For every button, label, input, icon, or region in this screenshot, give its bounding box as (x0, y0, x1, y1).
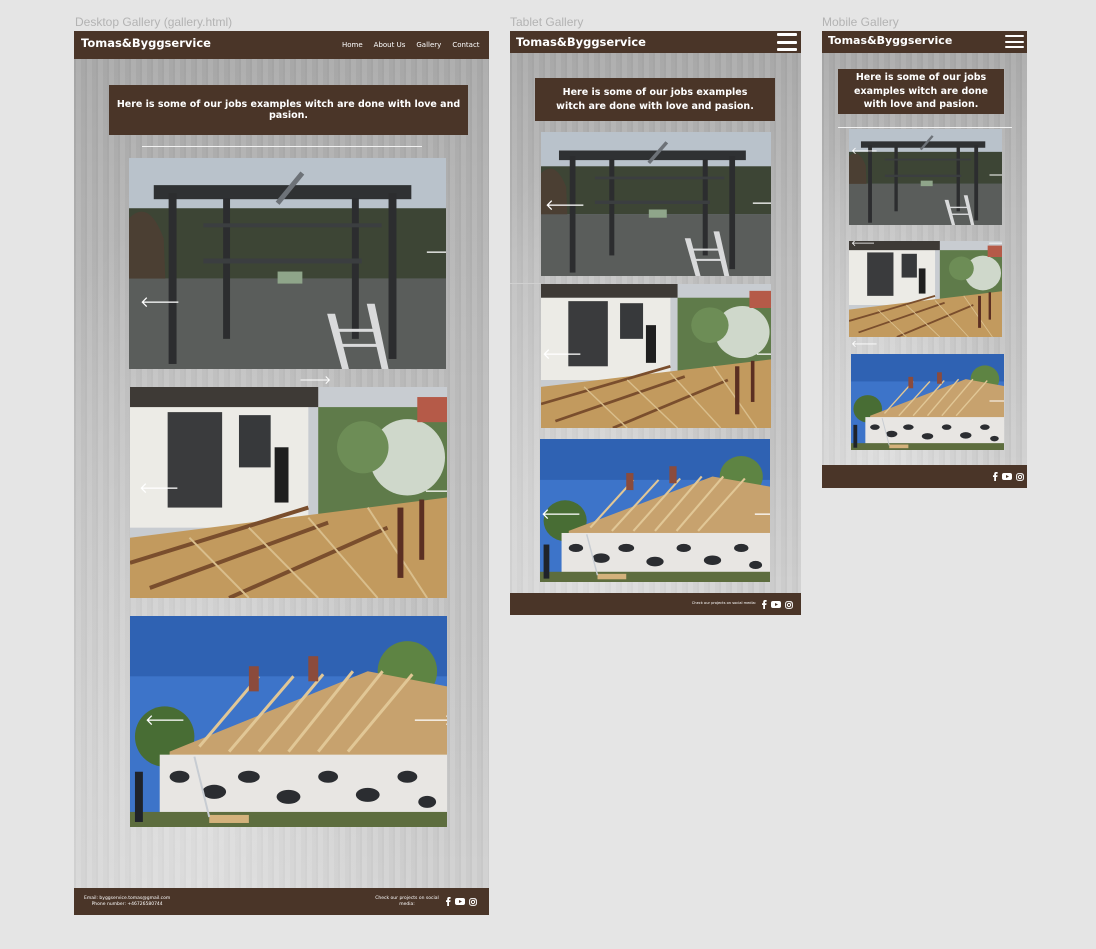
youtube-icon[interactable] (771, 601, 781, 608)
arrow-left-icon[interactable]: 🡐 (541, 507, 581, 522)
desktop-frame-label: Desktop Gallery (gallery.html) (75, 15, 233, 29)
contact-info: Email: byggservice.tomas@gmail.com Phone… (84, 896, 170, 908)
gallery-photo-deck[interactable]: 🡐 🡒 (130, 387, 447, 598)
arrow-right-icon[interactable]: 🡒 (988, 241, 1002, 249)
gallery-photo-pergola[interactable]: 🡐 🡒 (129, 158, 446, 369)
gallery-photo-deck[interactable]: 🡐 🡒 (541, 284, 771, 428)
hamburger-icon[interactable] (777, 33, 797, 51)
arrow-left-icon[interactable]: 🡐 (851, 340, 878, 350)
brand-logo[interactable]: Tomas&Byggservice (828, 34, 952, 47)
arrow-right-icon[interactable]: 🡒 (425, 245, 446, 260)
intro-banner: Here is some of our jobs examples witch … (535, 78, 775, 121)
brand-logo[interactable]: Tomas&Byggservice (81, 36, 211, 50)
arrow-right-icon[interactable]: 🡒 (413, 713, 447, 728)
desktop-footer: Email: byggservice.tomas@gmail.com Phone… (74, 888, 489, 915)
mobile-frame: Tomas&Byggservice Here is some of our jo… (822, 31, 1027, 488)
desktop-nav-links: Home About Us Gallery Contact (342, 41, 480, 49)
gallery-photo-roof[interactable]: 🡐 🡒 (130, 616, 447, 827)
tablet-frame-label: Tablet Gallery (510, 15, 584, 29)
brand-logo[interactable]: Tomas&Byggservice (516, 35, 646, 49)
arrow-left-icon[interactable]: 🡐 (851, 147, 878, 157)
arrow-right-icon[interactable]: 🡒 (753, 507, 770, 522)
photo-divider (510, 283, 541, 284)
intro-banner: Here is some of our jobs examples witch … (838, 69, 1004, 114)
instagram-icon[interactable] (785, 600, 793, 609)
arrow-left-icon[interactable]: 🡐 (139, 481, 179, 496)
instagram-icon[interactable] (1016, 472, 1024, 481)
mobile-footer (822, 465, 1027, 488)
arrow-right-icon[interactable]: 🡒 (755, 347, 771, 362)
social-caption: Check our projects on social media: (691, 601, 756, 605)
facebook-icon[interactable] (992, 472, 998, 481)
nav-about[interactable]: About Us (374, 41, 406, 49)
youtube-icon[interactable] (1002, 473, 1012, 480)
nav-home[interactable]: Home (342, 41, 363, 49)
desktop-frame: Tomas&Byggservice Home About Us Gallery … (74, 31, 489, 915)
arrow-right-icon[interactable]: 🡒 (988, 395, 1004, 407)
tablet-footer: Check our projects on social media: (510, 593, 801, 615)
pergola-photo (129, 158, 446, 369)
facebook-icon[interactable] (761, 600, 767, 609)
gallery-photo-pergola[interactable]: 🡐 🡒 (541, 132, 771, 276)
arrow-left-icon[interactable]: 🡐 (145, 713, 185, 728)
intro-divider (142, 146, 422, 147)
desktop-navbar: Tomas&Byggservice Home About Us Gallery … (74, 31, 489, 59)
mobile-frame-label: Mobile Gallery (822, 15, 899, 29)
instagram-icon[interactable] (469, 897, 477, 906)
social-links (761, 600, 793, 609)
hamburger-icon[interactable] (1005, 35, 1024, 48)
intro-banner: Here is some of our jobs examples witch … (109, 85, 468, 135)
facebook-icon[interactable] (445, 897, 451, 906)
youtube-icon[interactable] (455, 898, 465, 905)
roof-photo (851, 354, 1004, 450)
intro-divider (838, 127, 1012, 128)
gallery-photo-roof[interactable]: 🡐 🡒 (540, 439, 770, 582)
gallery-photo-pergola[interactable]: 🡐 🡒 (849, 129, 1002, 225)
pergola-photo (849, 129, 1002, 225)
social-links (992, 472, 1024, 481)
arrow-right-icon[interactable]: 🡒 (988, 169, 1002, 181)
nav-contact[interactable]: Contact (452, 41, 479, 49)
gallery-photo-deck[interactable]: 🡐 🡒 (849, 241, 1002, 337)
footer-phone[interactable]: Phone number: +46726580744 (84, 902, 170, 908)
arrow-right-icon[interactable]: 🡒 (751, 196, 771, 211)
social-caption: Check our projects on social media: (375, 896, 439, 907)
arrow-right-icon[interactable]: 🡒 (424, 484, 447, 499)
tablet-navbar: Tomas&Byggservice (510, 31, 801, 53)
social-links (445, 897, 477, 906)
arrow-left-icon[interactable]: 🡐 (140, 295, 180, 310)
arrow-left-icon[interactable]: 🡐 (851, 241, 875, 249)
mobile-navbar: Tomas&Byggservice (822, 31, 1027, 53)
tablet-frame: Tomas&Byggservice Here is some of our jo… (510, 31, 801, 615)
gallery-photo-roof[interactable]: 🡒 (851, 354, 1004, 450)
arrow-left-icon[interactable]: 🡐 (545, 198, 585, 213)
arrow-left-icon[interactable]: 🡐 (542, 347, 582, 362)
nav-gallery[interactable]: Gallery (416, 41, 441, 49)
deck-photo (849, 241, 1002, 337)
arrow-right-icon[interactable]: 🡒 (299, 374, 331, 386)
footer-email[interactable]: Email: byggservice.tomas@gmail.com (84, 896, 170, 902)
